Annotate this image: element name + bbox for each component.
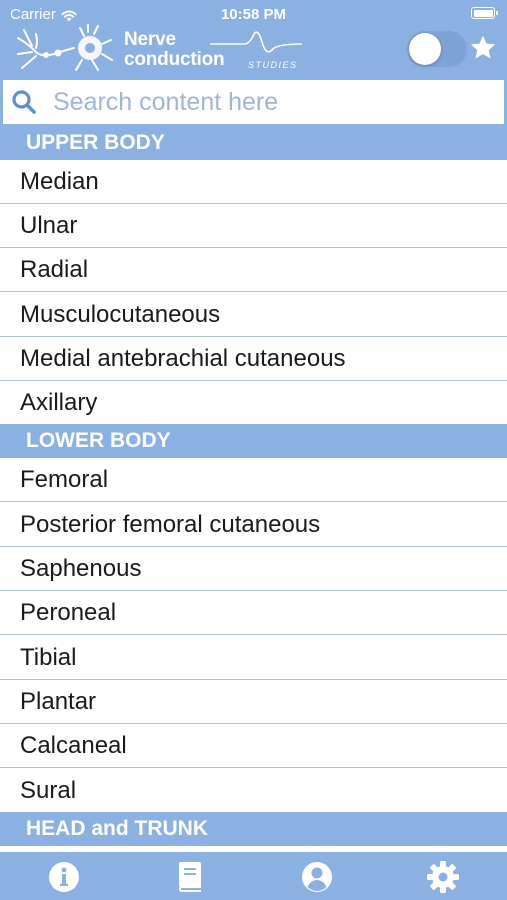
neuron-icon	[17, 24, 113, 71]
book-icon[interactable]	[173, 860, 207, 894]
app-header: Carrier 10:58 PM Nerve conduction STUDIE…	[0, 0, 507, 78]
search-bar	[0, 78, 507, 126]
search-icon	[12, 90, 36, 114]
list-item-musculocutaneous[interactable]: Musculocutaneous	[0, 293, 507, 337]
status-time: 10:58 PM	[220, 6, 287, 23]
list-item-posterior-femoral-cutaneous[interactable]: Posterior femoral cutaneous	[0, 503, 507, 547]
search-input[interactable]	[53, 87, 473, 117]
search-box[interactable]	[3, 80, 504, 124]
list-item-median[interactable]: Median	[0, 160, 507, 204]
list-item-tibial[interactable]: Tibial	[0, 636, 507, 680]
list-item-ulnar[interactable]: Ulnar	[0, 204, 507, 248]
tab-bar	[0, 852, 507, 900]
wave-icon	[210, 31, 302, 53]
logo-subtitle: STUDIES	[248, 60, 298, 70]
list-item-peroneal[interactable]: Peroneal	[0, 591, 507, 635]
list-item-sural[interactable]: Sural	[0, 769, 507, 813]
list-item-axillary[interactable]: Axillary	[0, 381, 507, 425]
section-header-upper-body: UPPER BODY	[0, 126, 507, 160]
settings-icon[interactable]	[426, 860, 460, 894]
info-icon[interactable]	[47, 860, 81, 894]
list-item-radial[interactable]: Radial	[0, 248, 507, 292]
section-header-head-and-trunk: HEAD and TRUNK	[0, 812, 507, 846]
battery-icon	[471, 7, 498, 19]
list-item-medial-antebrachial-cutaneous[interactable]: Medial antebrachial cutaneous	[0, 337, 507, 381]
profile-icon[interactable]	[300, 860, 334, 894]
star-icon[interactable]	[469, 34, 497, 62]
list-item-calcaneal[interactable]: Calcaneal	[0, 724, 507, 768]
mode-toggle[interactable]	[407, 31, 467, 67]
list-item-femoral[interactable]: Femoral	[0, 458, 507, 502]
list-item-saphenous[interactable]: Saphenous	[0, 547, 507, 591]
toggle-knob	[409, 33, 441, 65]
app-logo: Nerve conduction STUDIES	[14, 24, 304, 76]
list-item-plantar[interactable]: Plantar	[0, 680, 507, 724]
section-header-lower-body: LOWER BODY	[0, 424, 507, 458]
